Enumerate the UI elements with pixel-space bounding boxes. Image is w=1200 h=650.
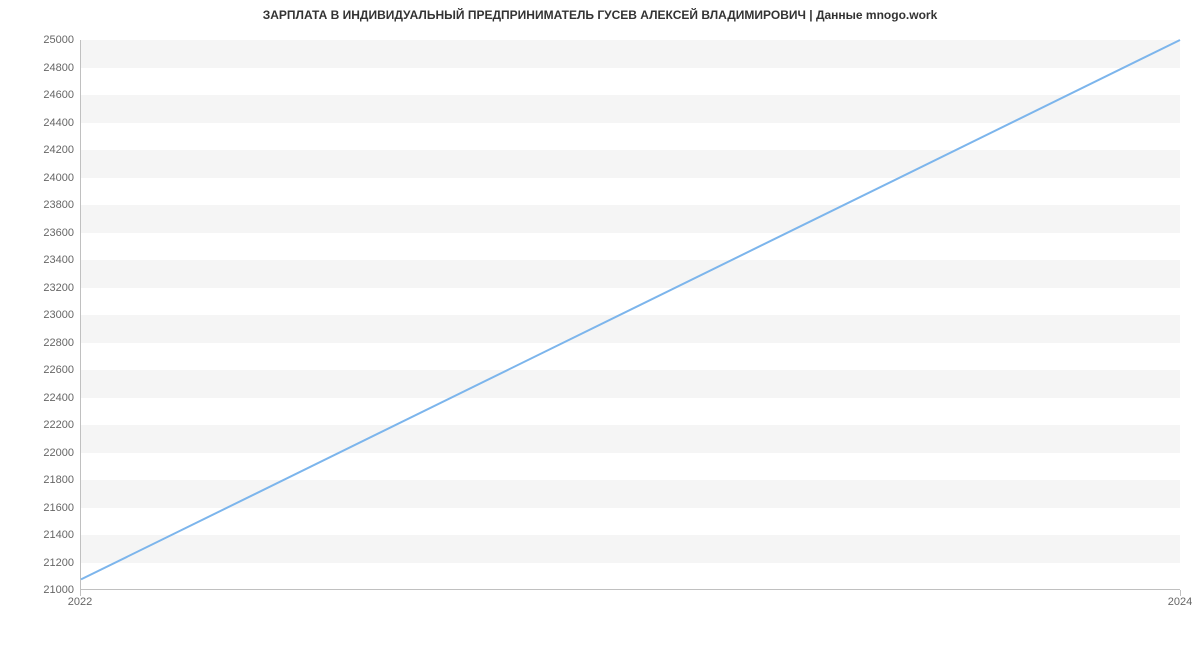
y-tick-label: 24000 [14,172,74,184]
plot-area [80,40,1180,590]
y-tick-label: 22400 [14,392,74,404]
chart-title: ЗАРПЛАТА В ИНДИВИДУАЛЬНЫЙ ПРЕДПРИНИМАТЕЛ… [0,8,1200,22]
line-series [81,40,1180,589]
y-tick-label: 22600 [14,364,74,376]
y-tick-label: 24400 [14,117,74,129]
x-tick-label: 2022 [68,596,92,608]
series-line [81,40,1180,579]
y-tick-label: 22800 [14,337,74,349]
x-tick-label: 2024 [1168,596,1192,608]
y-tick-label: 23800 [14,199,74,211]
y-tick-label: 22200 [14,419,74,431]
y-tick-label: 22000 [14,447,74,459]
y-tick-label: 24600 [14,89,74,101]
y-tick-label: 23400 [14,254,74,266]
y-tick-label: 23000 [14,309,74,321]
y-tick-label: 21600 [14,502,74,514]
y-tick-label: 23600 [14,227,74,239]
y-tick-label: 25000 [14,34,74,46]
y-tick-label: 21800 [14,474,74,486]
y-tick-label: 24200 [14,144,74,156]
y-tick-label: 24800 [14,62,74,74]
y-tick-label: 21000 [14,584,74,596]
y-tick-label: 21400 [14,529,74,541]
chart-container: ЗАРПЛАТА В ИНДИВИДУАЛЬНЫЙ ПРЕДПРИНИМАТЕЛ… [0,0,1200,650]
y-tick-label: 21200 [14,557,74,569]
y-tick-label: 23200 [14,282,74,294]
